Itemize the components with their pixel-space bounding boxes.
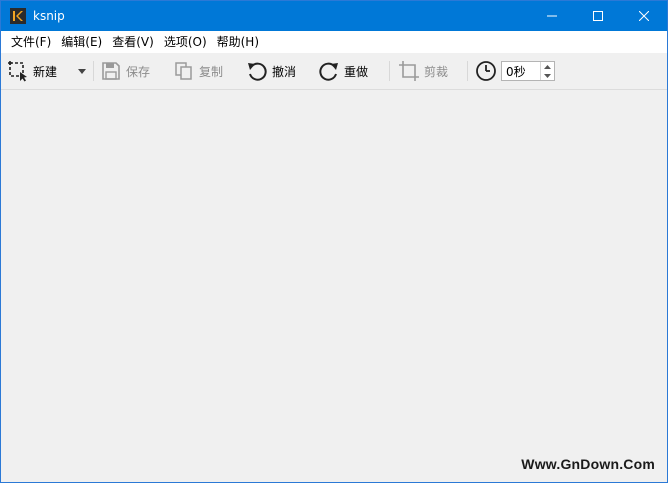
- copy-icon: [172, 59, 196, 83]
- crop-icon: [397, 59, 421, 83]
- undo-icon: [245, 59, 269, 83]
- maximize-icon: [593, 11, 603, 21]
- save-button[interactable]: 保存: [99, 53, 150, 89]
- redo-button-label: 重做: [344, 64, 369, 79]
- undo-button-label: 撤消: [272, 64, 297, 79]
- save-button-label: 保存: [126, 64, 151, 79]
- title-bar[interactable]: ksnip: [1, 1, 667, 31]
- maximize-button[interactable]: [575, 1, 621, 31]
- menu-file[interactable]: 文件(F): [6, 31, 56, 53]
- new-capture-icon: [6, 59, 30, 83]
- spin-up-button[interactable]: [541, 62, 554, 71]
- minimize-icon: [547, 15, 557, 17]
- menu-edit[interactable]: 编辑(E): [56, 31, 107, 53]
- ksnip-app-icon: [10, 8, 26, 24]
- crop-button-label: 剪裁: [424, 64, 449, 79]
- copy-button-label: 复制: [199, 64, 224, 79]
- close-icon: [639, 11, 649, 21]
- undo-button[interactable]: 撤消: [245, 53, 296, 89]
- capture-canvas[interactable]: Www.GnDown.Com: [1, 90, 667, 482]
- chevron-up-icon: [544, 64, 551, 69]
- close-button[interactable]: [621, 1, 667, 31]
- new-mode-dropdown[interactable]: [75, 53, 89, 89]
- clock-icon: [474, 59, 498, 83]
- redo-button[interactable]: 重做: [317, 53, 368, 89]
- menu-view[interactable]: 查看(V): [107, 31, 159, 53]
- window-title: ksnip: [33, 9, 65, 23]
- new-button-label: 新建: [33, 64, 58, 79]
- spin-down-button[interactable]: [541, 71, 554, 80]
- toolbar: 新建 保存 复制 撤消 重做 剪裁 0秒: [1, 53, 667, 90]
- watermark-text: Www.GnDown.Com: [521, 456, 655, 472]
- crop-button[interactable]: 剪裁: [397, 53, 448, 89]
- menu-bar: 文件(F) 编辑(E) 查看(V) 选项(O) 帮助(H): [1, 31, 667, 53]
- app-window: ksnip 文件(F) 编辑(E) 查看(V) 选项(O) 帮助(H) 新建 保…: [0, 0, 668, 483]
- delay-value[interactable]: 0秒: [502, 63, 540, 80]
- menu-options[interactable]: 选项(O): [159, 31, 212, 53]
- window-controls: [529, 1, 667, 31]
- chevron-down-icon: [544, 73, 551, 78]
- dropdown-arrow-icon: [78, 68, 86, 74]
- toolbar-separator: [389, 61, 390, 81]
- toolbar-separator: [93, 61, 94, 81]
- spin-buttons: [540, 62, 554, 80]
- new-button[interactable]: 新建: [6, 53, 57, 89]
- save-icon: [99, 59, 123, 83]
- delay-clock: [474, 53, 498, 89]
- minimize-button[interactable]: [529, 1, 575, 31]
- toolbar-separator: [467, 61, 468, 81]
- copy-button[interactable]: 复制: [172, 53, 223, 89]
- delay-spinbox[interactable]: 0秒: [501, 61, 555, 81]
- menu-help[interactable]: 帮助(H): [212, 31, 264, 53]
- redo-icon: [317, 59, 341, 83]
